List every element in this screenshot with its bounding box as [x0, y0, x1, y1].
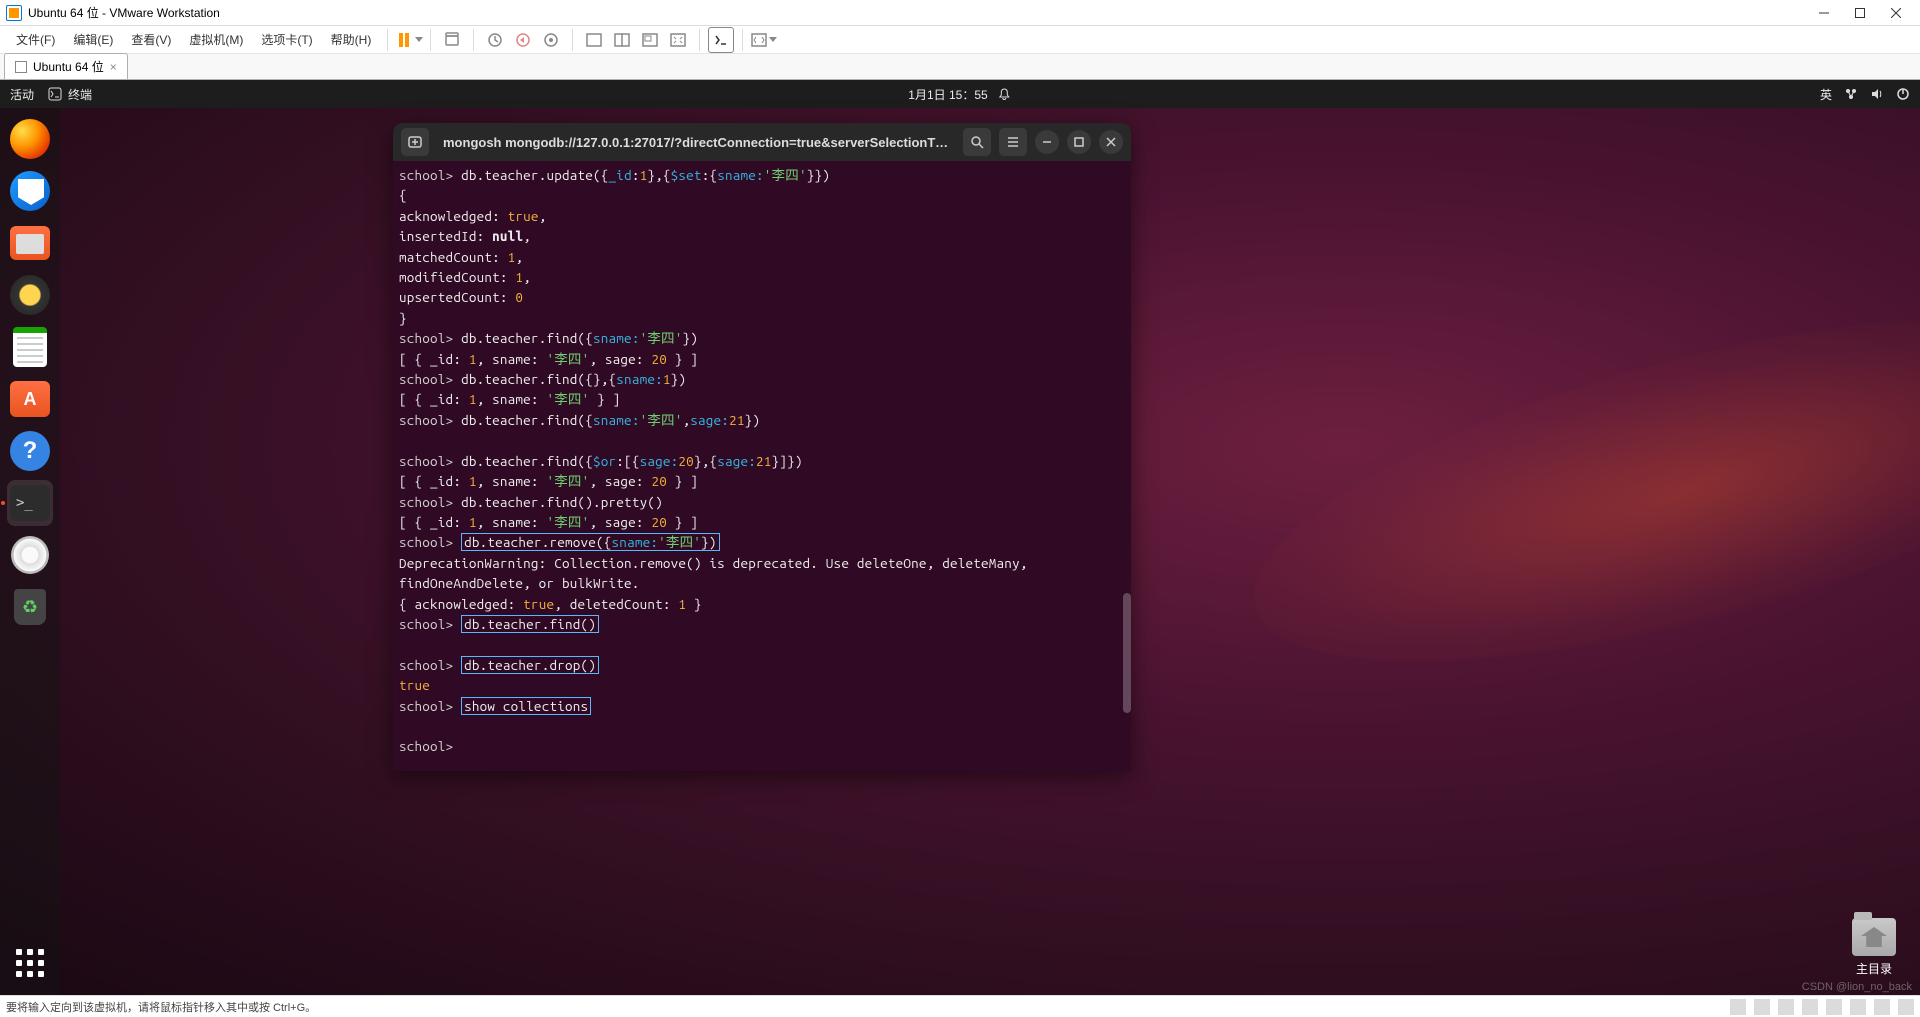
- dock-rhythmbox[interactable]: [7, 272, 53, 318]
- snapshot-manager-button[interactable]: [538, 27, 564, 53]
- menu-vm[interactable]: 虚拟机(M): [181, 27, 251, 52]
- dock-help[interactable]: ?: [7, 428, 53, 474]
- dock-disk[interactable]: [7, 532, 53, 578]
- separator: [742, 29, 743, 51]
- snapshot-button[interactable]: [482, 27, 508, 53]
- new-tab-button[interactable]: [401, 128, 429, 156]
- vmware-menubar: 文件(F) 编辑(E) 查看(V) 虚拟机(M) 选项卡(T) 帮助(H): [0, 26, 1920, 54]
- dock-trash[interactable]: [7, 584, 53, 630]
- software-icon: [10, 381, 50, 417]
- folder-icon: [1852, 918, 1896, 956]
- snapshot-revert-button[interactable]: [510, 27, 536, 53]
- device-icon[interactable]: [1850, 999, 1866, 1015]
- separator: [572, 29, 573, 51]
- watermark: CSDN @lion_no_back: [1802, 981, 1912, 993]
- dock-files[interactable]: [7, 220, 53, 266]
- desktop-home-folder[interactable]: 主目录: [1846, 918, 1902, 977]
- vmware-status-bar: 要将输入定向到该虚拟机，请将鼠标指针移入其中或按 Ctrl+G。: [0, 995, 1920, 1017]
- terminal-scrollbar[interactable]: [1123, 161, 1131, 771]
- view-single-button[interactable]: [581, 27, 607, 53]
- device-icon[interactable]: [1802, 999, 1818, 1015]
- device-icons: [1730, 999, 1914, 1015]
- rhythmbox-icon: [10, 275, 50, 315]
- menu-help[interactable]: 帮助(H): [323, 27, 380, 52]
- thunderbird-icon: [10, 171, 50, 211]
- firefox-icon: [10, 119, 50, 159]
- device-icon[interactable]: [1898, 999, 1914, 1015]
- folder-label: 主目录: [1846, 960, 1902, 977]
- show-apps-button[interactable]: [10, 943, 50, 983]
- device-icon[interactable]: [1874, 999, 1890, 1015]
- vm-tab-label: Ubuntu 64 位: [33, 58, 104, 75]
- help-icon: ?: [10, 431, 50, 471]
- view-multi-button[interactable]: [609, 27, 635, 53]
- separator: [473, 29, 474, 51]
- vm-tab[interactable]: Ubuntu 64 位 ×: [4, 53, 128, 79]
- volume-icon[interactable]: [1870, 87, 1884, 101]
- search-button[interactable]: [963, 128, 991, 156]
- notification-icon[interactable]: [998, 87, 1012, 101]
- ubuntu-desktop: 活动 终端 1月1日 15：55 英 ?: [0, 80, 1920, 995]
- terminal-icon: [48, 87, 62, 101]
- view-fullscreen-button[interactable]: [665, 27, 691, 53]
- vmware-tabstrip: Ubuntu 64 位 ×: [0, 54, 1920, 80]
- stretch-button[interactable]: [751, 27, 777, 53]
- trash-icon: [14, 589, 46, 625]
- separator: [387, 29, 388, 51]
- terminal-header[interactable]: mongosh mongodb://127.0.0.1:27017/?direc…: [393, 123, 1131, 161]
- writer-icon: [13, 327, 47, 367]
- separator: [430, 29, 431, 51]
- dock-firefox[interactable]: [7, 116, 53, 162]
- menu-edit[interactable]: 编辑(E): [65, 27, 121, 52]
- terminal-body[interactable]: school> db.teacher.update({_id:1},{$set:…: [393, 161, 1131, 771]
- highlight-show: show collections: [461, 697, 591, 715]
- close-tab-icon[interactable]: ×: [110, 60, 117, 74]
- pause-button[interactable]: [396, 27, 422, 53]
- dock-software[interactable]: [7, 376, 53, 422]
- menu-file[interactable]: 文件(F): [8, 27, 63, 52]
- dock-thunderbird[interactable]: [7, 168, 53, 214]
- send-ctrl-alt-del-button[interactable]: [439, 27, 465, 53]
- window-minimize-button[interactable]: [1035, 130, 1059, 154]
- terminal-window: mongosh mongodb://127.0.0.1:27017/?direc…: [393, 123, 1131, 771]
- dock-terminal[interactable]: [7, 480, 53, 526]
- view-unity-button[interactable]: [637, 27, 663, 53]
- separator: [699, 29, 700, 51]
- menu-view[interactable]: 查看(V): [123, 27, 179, 52]
- scrollbar-thumb[interactable]: [1123, 593, 1131, 713]
- menu-button[interactable]: [999, 128, 1027, 156]
- monitor-icon: [15, 61, 27, 73]
- dock-writer[interactable]: [7, 324, 53, 370]
- vmware-logo-icon: [6, 5, 22, 21]
- highlight-drop: db.teacher.drop(): [461, 656, 599, 674]
- disk-icon: [11, 536, 49, 574]
- current-app-indicator[interactable]: 终端: [48, 86, 92, 103]
- files-icon: [10, 226, 50, 260]
- status-text: 要将输入定向到该虚拟机，请将鼠标指针移入其中或按 Ctrl+G。: [6, 999, 316, 1015]
- device-icon[interactable]: [1730, 999, 1746, 1015]
- menu-tabs[interactable]: 选项卡(T): [253, 27, 320, 52]
- vmware-title: Ubuntu 64 位 - VMware Workstation: [28, 4, 1806, 21]
- minimize-button[interactable]: [1806, 0, 1842, 26]
- highlight-find: db.teacher.find(): [461, 615, 599, 633]
- window-maximize-button[interactable]: [1067, 130, 1091, 154]
- highlight-remove: db.teacher.remove({sname:'李四'}): [461, 533, 719, 551]
- window-close-button[interactable]: [1099, 130, 1123, 154]
- network-icon[interactable]: [1844, 87, 1858, 101]
- datetime[interactable]: 1月1日 15：55: [908, 86, 987, 103]
- vmware-titlebar: Ubuntu 64 位 - VMware Workstation: [0, 0, 1920, 26]
- device-icon[interactable]: [1826, 999, 1842, 1015]
- ubuntu-dock: ?: [0, 108, 60, 995]
- close-button[interactable]: [1878, 0, 1914, 26]
- power-icon[interactable]: [1896, 87, 1910, 101]
- maximize-button[interactable]: [1842, 0, 1878, 26]
- device-icon[interactable]: [1778, 999, 1794, 1015]
- ime-indicator[interactable]: 英: [1820, 86, 1832, 103]
- console-button[interactable]: [708, 27, 734, 53]
- activities-button[interactable]: 活动: [10, 86, 34, 103]
- gnome-top-bar: 活动 终端 1月1日 15：55 英: [0, 80, 1920, 108]
- terminal-title: mongosh mongodb://127.0.0.1:27017/?direc…: [437, 135, 955, 150]
- terminal-icon: [10, 485, 50, 521]
- device-icon[interactable]: [1754, 999, 1770, 1015]
